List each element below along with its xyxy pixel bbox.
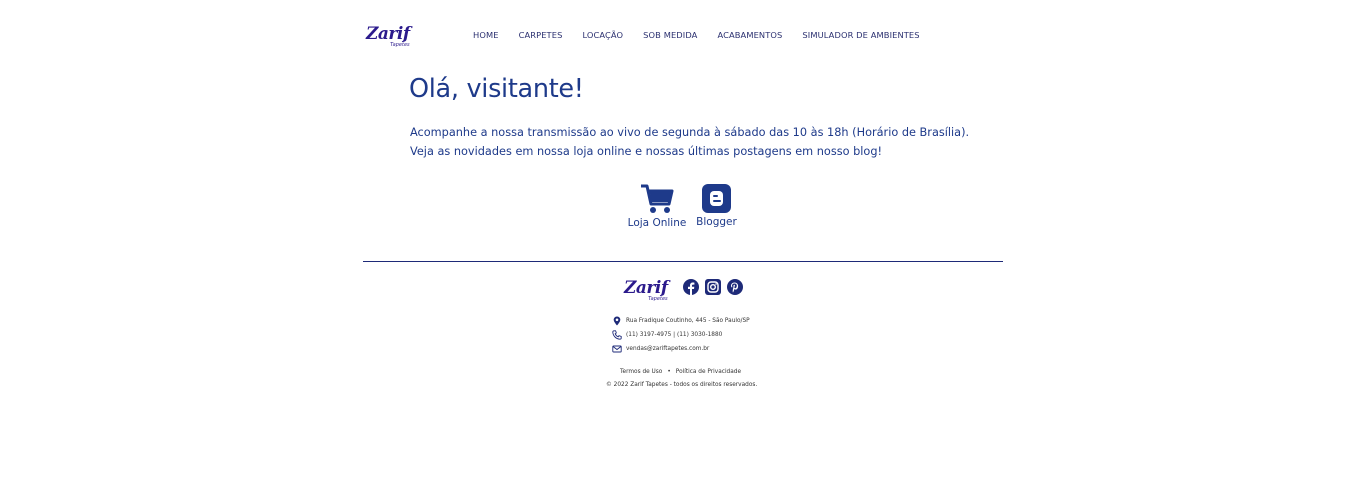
location-pin-icon: [613, 316, 621, 326]
nav-simulador-ambientes[interactable]: SIMULADOR DE AMBIENTES: [802, 30, 919, 41]
footer-logo[interactable]: Zarif Tapetes: [624, 280, 668, 302]
main-nav: HOME CARPETES LOCAÇÃO SOB MEDIDA ACABAME…: [473, 30, 940, 41]
footer-logo-wordmark: Zarif: [624, 278, 668, 298]
phone-text[interactable]: (11) 3197-4975 | (11) 3030-1880: [626, 332, 722, 338]
pinterest-icon[interactable]: [727, 279, 743, 295]
facebook-icon[interactable]: [683, 279, 699, 295]
shopping-cart-icon: [641, 184, 674, 213]
email-text[interactable]: vendas@zariftapetes.com.br: [626, 346, 709, 352]
social-links: [683, 279, 743, 295]
online-store-label: Loja Online: [627, 217, 687, 229]
blogger-label: Blogger: [696, 216, 737, 228]
address-text: Rua Fradique Coutinho, 445 - São Paulo/S…: [626, 318, 750, 324]
terms-link[interactable]: Termos de Uso: [620, 369, 662, 375]
legal-separator: •: [667, 369, 671, 375]
footer-address: Rua Fradique Coutinho, 445 - São Paulo/S…: [612, 316, 750, 326]
email-icon: [612, 345, 622, 353]
nav-home[interactable]: HOME: [473, 30, 499, 41]
privacy-link[interactable]: Política de Privacidade: [676, 369, 741, 375]
instagram-icon[interactable]: [705, 279, 721, 295]
blogger-link[interactable]: Blogger: [694, 184, 739, 228]
intro-line-news: Veja as novidades em nossa loja online e…: [410, 145, 883, 158]
blogger-icon: [702, 184, 731, 213]
nav-carpetes[interactable]: CARPETES: [519, 30, 563, 41]
logo-tagline: Tapetes: [390, 42, 410, 48]
online-store-link[interactable]: Loja Online: [627, 184, 687, 229]
intro-text: Acompanhe a nossa transmissão ao vivo de…: [410, 123, 969, 161]
nav-locacao[interactable]: LOCAÇÃO: [582, 30, 623, 41]
logo-wordmark: Zarif: [366, 24, 410, 44]
header-logo[interactable]: Zarif Tapetes: [366, 26, 410, 48]
footer-divider: [363, 261, 1003, 262]
nav-sob-medida[interactable]: SOB MEDIDA: [643, 30, 697, 41]
footer-email: vendas@zariftapetes.com.br: [612, 344, 709, 354]
footer-phone: (11) 3197-4975 | (11) 3030-1880: [612, 330, 722, 340]
intro-line-broadcast: Acompanhe a nossa transmissão ao vivo de…: [410, 126, 970, 139]
footer-logo-tagline: Tapetes: [648, 296, 668, 302]
page-title: Olá, visitante!: [409, 74, 584, 104]
legal-links: Termos de Uso • Política de Privacidade: [620, 369, 741, 375]
phone-icon: [612, 330, 622, 340]
copyright-text: © 2022 Zarif Tapetes - todos os direitos…: [606, 382, 758, 388]
nav-acabamentos[interactable]: ACABAMENTOS: [717, 30, 782, 41]
